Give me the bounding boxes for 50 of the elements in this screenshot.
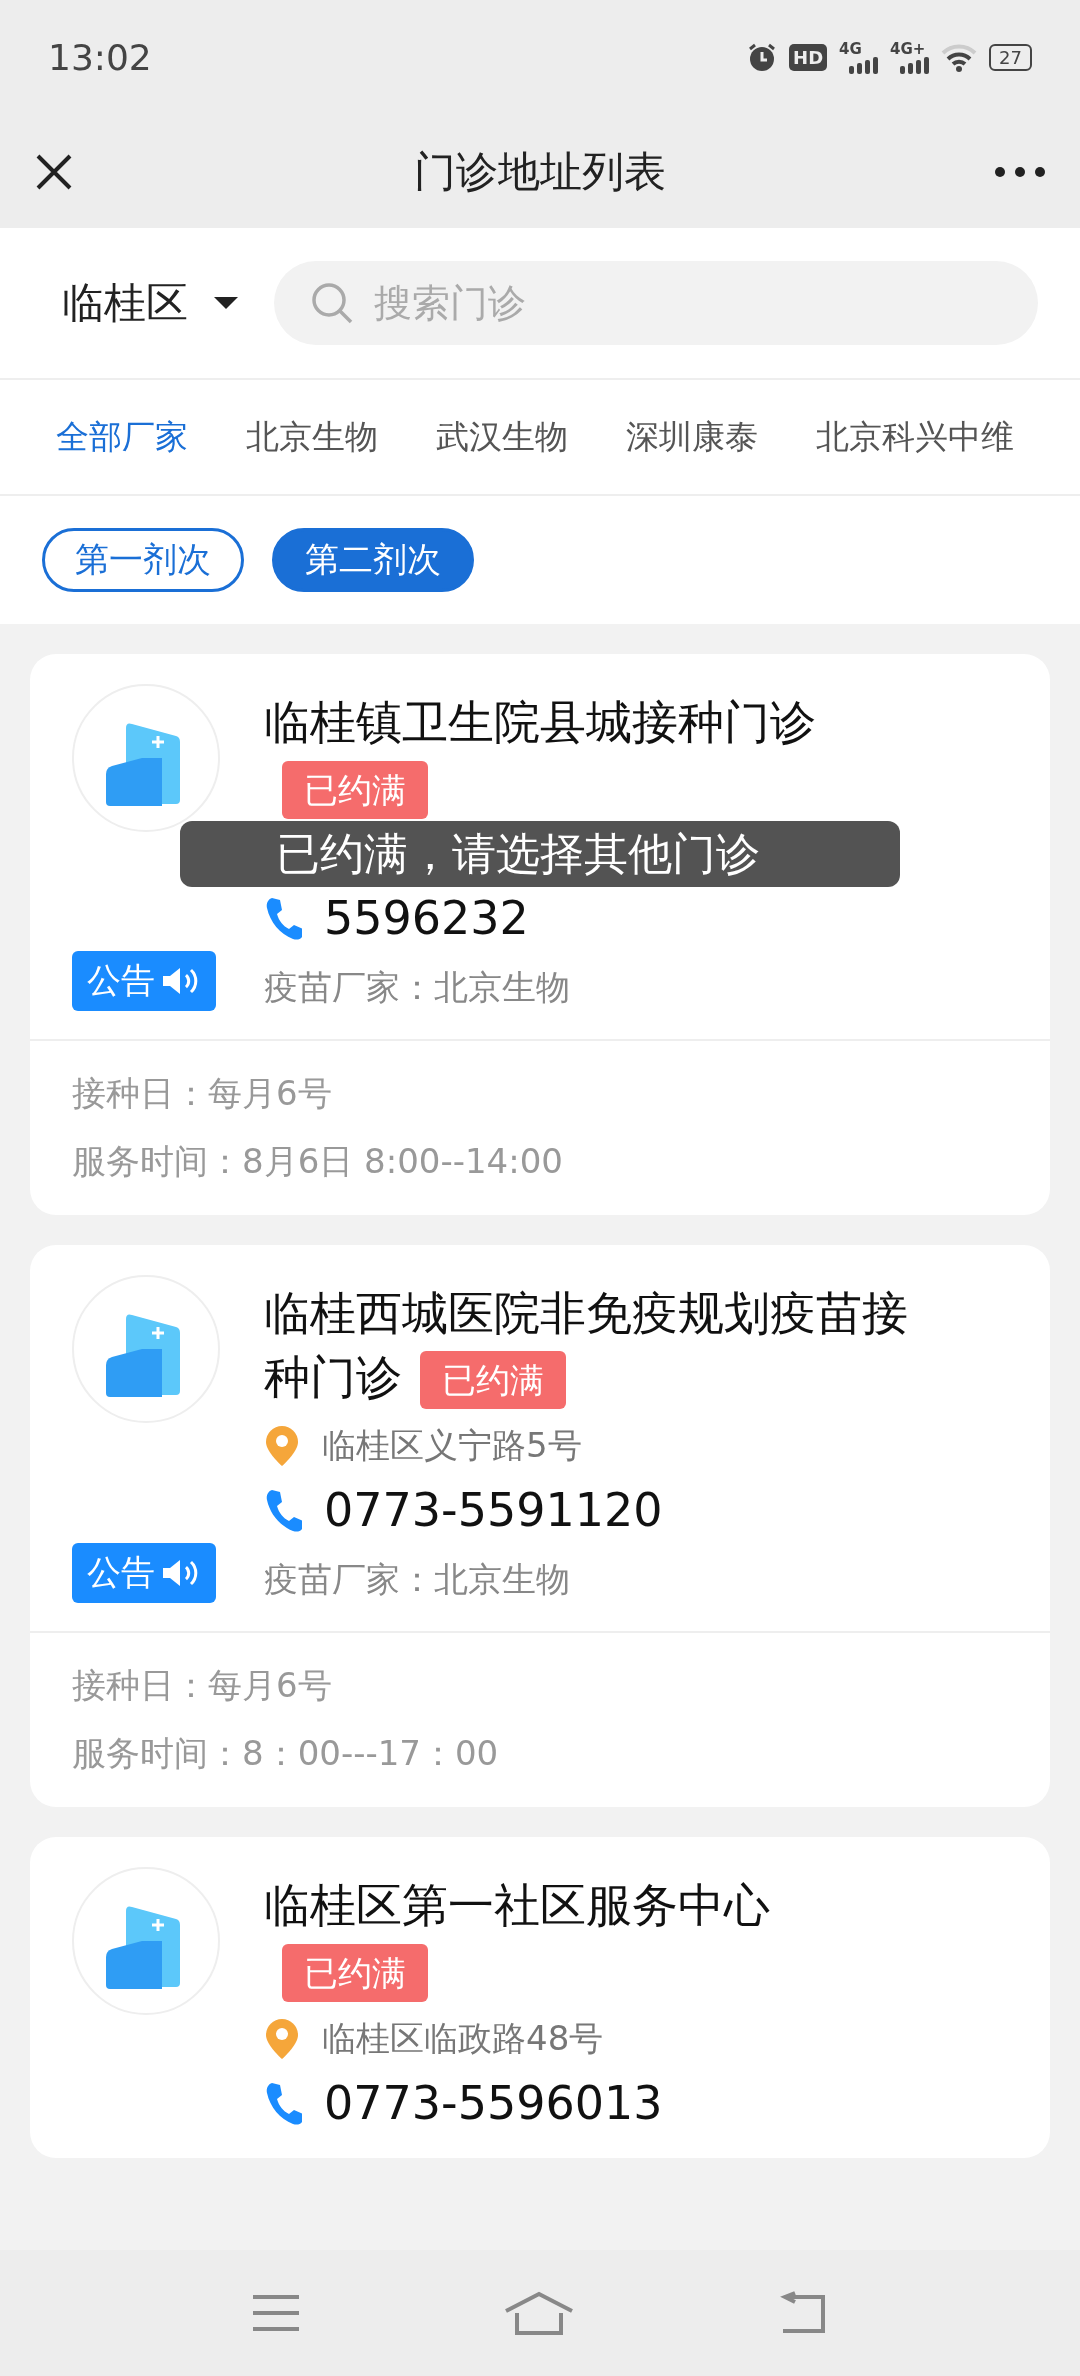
search-icon	[310, 281, 354, 325]
vaccine-vendor: 疫苗厂家：北京生物	[264, 965, 571, 1009]
caret-icon	[212, 295, 240, 311]
clinic-detail: 服务时间：8月6日 8:00--14:00	[72, 1139, 564, 1183]
clinic-logo-icon	[72, 1274, 220, 1423]
clinic-card[interactable]: 公告 临桂西城医院非免疫规划疫苗接种门诊 已约满 临桂区义宁路5号 0773-5591120 疫苗厂家：北京生物 接种日：每月6号 服务时间：8：00---17：00	[30, 1244, 1050, 1807]
phone-icon	[264, 895, 302, 940]
district-dropdown[interactable]: 临桂区	[62, 275, 240, 331]
phone-icon	[264, 1488, 302, 1532]
clinic-phone: 5596232	[324, 890, 529, 945]
clinic-detail: 服务时间：8：00---17：00	[72, 1732, 500, 1775]
vendor-tab[interactable]: 北京生物	[246, 414, 378, 460]
clinic-logo-icon	[72, 1867, 220, 2015]
clinic-address: 临桂区临政路48号	[322, 2016, 604, 2060]
full-status-badge: 已约满	[282, 760, 428, 819]
clinic-address: 临桂区义宁路5号	[322, 1424, 582, 1467]
clinic-name: 临桂区第一社区服务中心 已约满	[264, 1873, 914, 2002]
page-title: 门诊地址列表	[414, 145, 666, 198]
clinic-phone: 0773-5591120	[324, 1483, 663, 1537]
search-field[interactable]: 搜索门诊	[274, 261, 1038, 345]
home-icon[interactable]	[504, 2291, 574, 2335]
dose-chip[interactable]: 第二剂次	[272, 528, 474, 592]
full-status-badge: 已约满	[420, 1351, 566, 1409]
wifi-icon	[941, 43, 978, 72]
vendor-tab[interactable]: 北京科兴中维	[816, 414, 1014, 460]
clinic-name: 临桂镇卫生院县城接种门诊 已约满	[264, 690, 914, 819]
location-pin-icon	[264, 1424, 300, 1468]
clinic-detail: 接种日：每月6号	[72, 1664, 333, 1707]
signal-indicator: 4G	[839, 41, 879, 74]
clinic-card[interactable]: 临桂区第一社区服务中心 已约满 临桂区临政路48号 0773-5596013	[30, 1837, 1050, 2158]
location-pin-icon	[264, 2016, 300, 2061]
vaccine-vendor: 疫苗厂家：北京生物	[264, 1558, 571, 1601]
dose-chip[interactable]: 第一剂次	[42, 528, 244, 592]
toast-message: 已约满，请选择其他门诊	[180, 821, 900, 887]
battery-indicator: 27	[989, 44, 1032, 71]
vendor-tab[interactable]: 全部厂家	[56, 414, 188, 460]
clinic-phone: 0773-5596013	[324, 2075, 663, 2130]
phone-icon	[264, 2080, 302, 2125]
vendor-tab[interactable]: 深圳康泰	[626, 414, 758, 460]
hd-indicator: HD	[789, 44, 828, 71]
clinic-detail: 接种日：每月6号	[72, 1071, 333, 1115]
clinic-logo-icon	[72, 684, 220, 832]
alarm-clock-icon	[747, 42, 778, 73]
status-time: 13:02	[48, 37, 152, 78]
full-status-badge: 已约满	[282, 1943, 428, 2002]
clinic-name: 临桂西城医院非免疫规划疫苗接种门诊 已约满	[264, 1280, 914, 1409]
menu-icon[interactable]	[251, 2293, 302, 2333]
more-icon[interactable]	[994, 165, 1046, 178]
vendor-tab[interactable]: 武汉生物	[436, 414, 568, 460]
signal-indicator: 4G+	[890, 41, 930, 74]
